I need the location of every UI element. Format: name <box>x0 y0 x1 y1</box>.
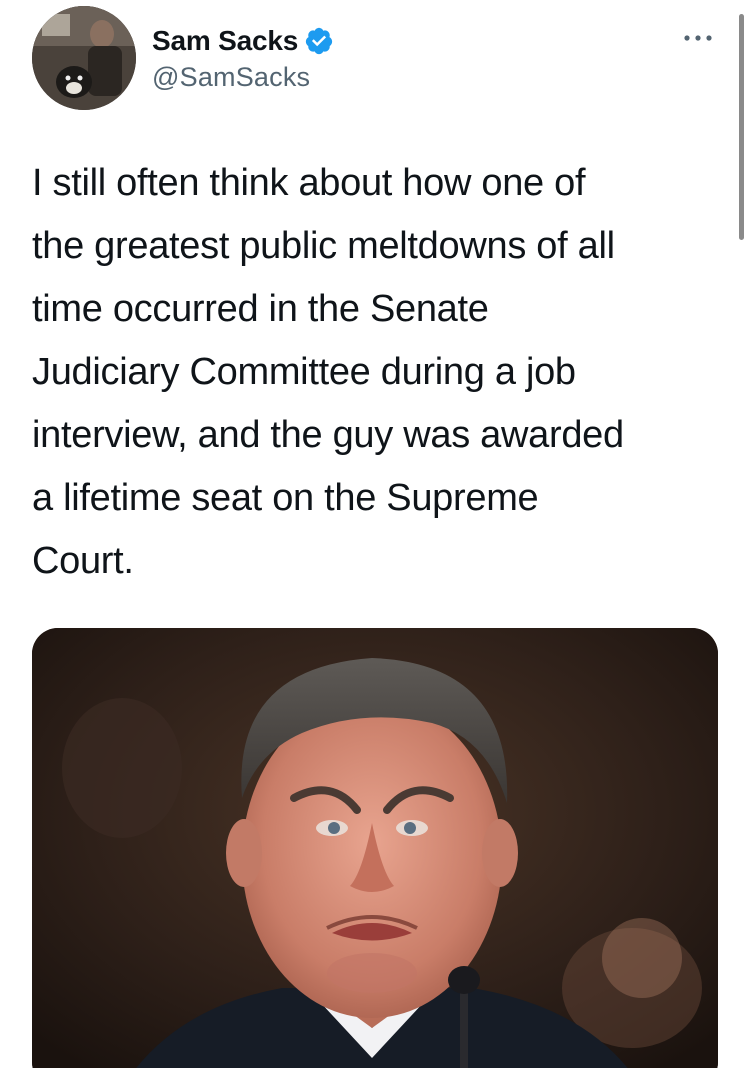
photo-illustration <box>32 628 718 1068</box>
tweet-text-line: time occurred in the Senate <box>32 288 489 330</box>
tweet-view: Sam Sacks @SamSacks I still often think … <box>0 0 750 1068</box>
tweet-text: I still often think about how one of the… <box>32 152 722 593</box>
tweet-text-line: I still often think about how one of <box>32 162 586 204</box>
avatar[interactable] <box>32 6 136 110</box>
tweet-text-line: Court. <box>32 540 134 582</box>
verified-badge-icon <box>305 27 333 55</box>
author-display-name[interactable]: Sam Sacks <box>152 25 298 57</box>
scroll-indicator[interactable] <box>739 14 744 240</box>
tweet-text-line: interview, and the guy was awarded <box>32 414 624 456</box>
author-handle[interactable]: @SamSacks <box>152 62 334 93</box>
more-options-button[interactable] <box>678 28 718 48</box>
author-name-row: Sam Sacks <box>152 22 334 60</box>
more-horizontal-icon <box>684 35 712 41</box>
tweet-text-line: Judiciary Committee during a job <box>32 351 576 393</box>
tweet-media-photo[interactable] <box>32 628 718 1068</box>
tweet-text-line: a lifetime seat on the Supreme <box>32 477 539 519</box>
tweet-text-line: the greatest public meltdowns of all <box>32 225 615 267</box>
avatar-photo <box>32 6 136 110</box>
tweet-author: Sam Sacks @SamSacks <box>152 22 334 93</box>
